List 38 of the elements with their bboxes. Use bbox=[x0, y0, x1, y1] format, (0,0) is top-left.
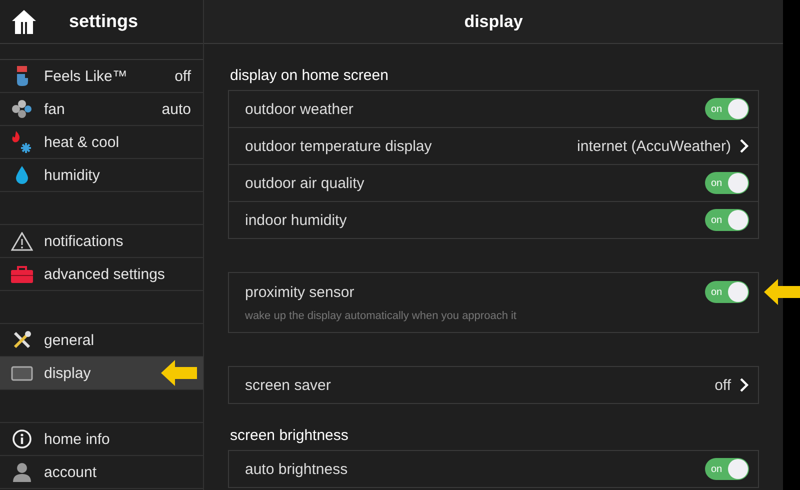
warning-icon bbox=[11, 232, 33, 250]
sidebar-item[interactable]: home info bbox=[0, 423, 203, 456]
sidebar-item[interactable]: display bbox=[0, 357, 203, 390]
water-drop-icon bbox=[15, 166, 29, 184]
setting-label: screen saver bbox=[245, 376, 332, 394]
pointer-arrow-icon bbox=[161, 360, 197, 386]
setting-label: auto brightness bbox=[245, 460, 349, 478]
section-heading: display on home screen bbox=[229, 66, 388, 86]
sidebar-item[interactable]: account bbox=[0, 456, 203, 489]
setting-value: off bbox=[714, 376, 731, 394]
sidebar-item[interactable]: notifications bbox=[0, 225, 203, 258]
flame-snowflake-icon bbox=[11, 131, 33, 153]
setting-value: internet (AccuWeather) bbox=[577, 138, 731, 154]
setting-label: proximity sensor bbox=[245, 284, 356, 300]
fan-icon bbox=[11, 100, 33, 118]
sidebar-item[interactable]: humidity bbox=[0, 159, 203, 192]
sidebar-item[interactable]: advanced settings bbox=[0, 258, 203, 291]
toolbox-icon bbox=[11, 266, 33, 282]
setting-label: indoor humidity bbox=[245, 212, 348, 228]
tools-icon bbox=[13, 331, 31, 349]
info-icon bbox=[12, 429, 32, 449]
hand-thermometer-icon bbox=[14, 66, 30, 86]
sidebar-item[interactable]: fan auto bbox=[0, 93, 203, 126]
page-title: display bbox=[464, 12, 523, 32]
screen-icon bbox=[11, 366, 33, 380]
person-icon bbox=[13, 462, 31, 482]
sidebar-item[interactable]: Feels Like™ off bbox=[0, 60, 203, 93]
setting-label: outdoor temperature display bbox=[245, 138, 433, 154]
sidebar-title: settings bbox=[69, 11, 138, 32]
home-icon[interactable] bbox=[11, 8, 37, 34]
setting-description: wake up the display automatically when you approach it bbox=[245, 310, 516, 322]
setting-label: outdoor air quality bbox=[245, 174, 366, 192]
setting-label: outdoor weather bbox=[245, 100, 354, 118]
sidebar-item[interactable]: heat & cool bbox=[0, 126, 203, 159]
pointer-arrow-icon bbox=[764, 279, 800, 305]
chevron-icon[interactable] bbox=[739, 378, 749, 392]
section-heading: screen brightness bbox=[229, 426, 348, 446]
chevron-icon[interactable] bbox=[739, 139, 749, 153]
